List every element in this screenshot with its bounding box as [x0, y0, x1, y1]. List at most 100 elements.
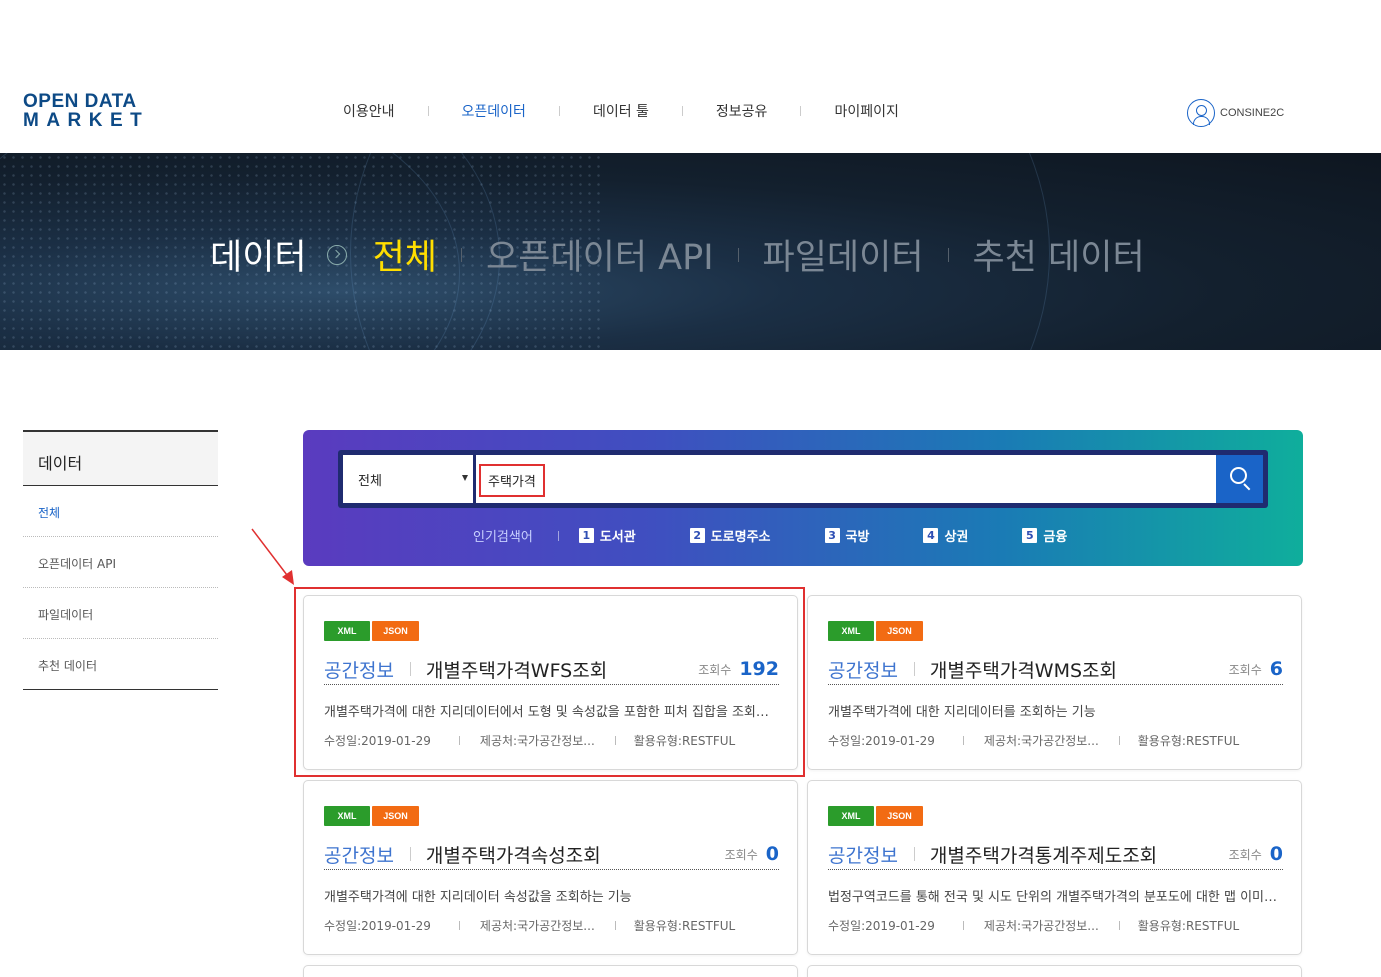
title-divider: [409, 847, 411, 861]
keyword-rank: 2: [689, 528, 705, 543]
json-tag: JSON: [876, 806, 923, 826]
popular-keywords: 인기검색어 1 도서관 2 도로명주소 3 국방 4 상권 5 금융: [473, 526, 1121, 545]
views-label: 조회수: [1228, 662, 1262, 677]
provider: 제공처:국가공간정보...: [983, 919, 1099, 933]
title-divider: [913, 847, 915, 861]
card-meta: 수정일:2019-01-29 제공처:국가공간정보... 활용유형:RESTFU…: [828, 732, 1239, 749]
json-tag: JSON: [876, 621, 923, 641]
meta-divider: [1118, 736, 1120, 745]
card-title[interactable]: 개별주택가격통계주제도조회: [930, 841, 1229, 868]
popular-keyword[interactable]: 4 상권: [923, 526, 968, 545]
card-title-row: 공간정보 개별주택가격속성조회 조회수 0: [324, 839, 779, 870]
sidebar-item-file-data[interactable]: 파일데이터: [23, 588, 218, 639]
logo-line1: OPEN DATA: [23, 91, 137, 112]
card-description: 개별주택가격에 대한 지리데이터 속성값을 조회하는 기능: [324, 890, 632, 905]
site-logo[interactable]: OPEN DATA MARKET: [23, 91, 150, 131]
json-tag: JSON: [372, 806, 419, 826]
hero-banner: 데이터 전체 오픈데이터 API 파일데이터 추천 데이터: [0, 153, 1381, 350]
popular-divider: [557, 530, 559, 541]
banner-title: 데이터: [210, 238, 307, 278]
data-card-partial[interactable]: [303, 965, 798, 977]
user-menu[interactable]: CONSINE2C: [1187, 99, 1284, 127]
banner-divider: [737, 247, 739, 262]
keyword-rank: 1: [578, 528, 594, 543]
card-category[interactable]: 공간정보: [324, 841, 394, 868]
nav-item-data-tool[interactable]: 데이터 툴: [560, 101, 682, 121]
card-title[interactable]: 개별주택가격속성조회: [426, 841, 725, 868]
views-label: 조회수: [1228, 847, 1262, 862]
popular-keyword[interactable]: 1 도서관: [578, 526, 636, 545]
provider: 제공처:국가공간정보...: [983, 734, 1099, 748]
nav-item-my-page[interactable]: 마이페이지: [801, 101, 931, 121]
card-title[interactable]: 개별주택가격WMS조회: [930, 656, 1229, 683]
usage-type: 활용유형:RESTFUL: [633, 919, 736, 933]
nav-item-info-share[interactable]: 정보공유: [683, 101, 801, 121]
search-category-select[interactable]: 전체: [343, 455, 473, 503]
banner-category-nav: 데이터 전체 오픈데이터 API 파일데이터 추천 데이터: [210, 229, 1145, 280]
banner-divider: [947, 247, 949, 262]
format-tags: XML JSON: [324, 806, 421, 826]
search-query-text: 주택가격: [479, 464, 545, 497]
popular-keyword[interactable]: 5 금융: [1022, 526, 1067, 545]
meta-divider: [614, 921, 616, 930]
banner-tab-open-api[interactable]: 오픈데이터 API: [486, 229, 714, 280]
banner-tab-recommended[interactable]: 추천 데이터: [973, 229, 1145, 280]
card-meta: 수정일:2019-01-29 제공처:국가공간정보... 활용유형:RESTFU…: [828, 917, 1239, 934]
meta-divider: [962, 736, 964, 745]
usage-type: 활용유형:RESTFUL: [1137, 734, 1240, 748]
card-title-row: 공간정보 개별주택가격WMS조회 조회수 6: [828, 654, 1283, 685]
logo-line2: MARKET: [23, 110, 150, 131]
views-label: 조회수: [724, 847, 758, 862]
keyword-text: 금융: [1043, 530, 1068, 545]
highlight-box: [294, 587, 805, 777]
search-category-value: 전체: [358, 474, 382, 489]
nav-item-open-data[interactable]: 오픈데이터: [429, 101, 559, 121]
format-tags: XML JSON: [828, 621, 925, 641]
modified-date: 수정일:2019-01-29: [324, 919, 431, 933]
banner-tab-file-data[interactable]: 파일데이터: [763, 229, 924, 280]
card-description: 개별주택가격에 대한 지리데이터를 조회하는 기능: [828, 705, 1096, 720]
keyword-text: 도로명주소: [710, 530, 771, 545]
card-title-row: 공간정보 개별주택가격통계주제도조회 조회수 0: [828, 839, 1283, 870]
user-name[interactable]: CONSINE2C: [1220, 107, 1284, 119]
format-tags: XML JSON: [828, 806, 925, 826]
keyword-text: 도서관: [599, 530, 636, 545]
xml-tag: XML: [828, 621, 874, 641]
xml-tag: XML: [324, 806, 370, 826]
sidebar-title: 데이터: [23, 430, 218, 486]
keyword-rank: 3: [824, 528, 840, 543]
search-button[interactable]: [1216, 455, 1263, 503]
card-category[interactable]: 공간정보: [828, 841, 898, 868]
user-icon[interactable]: [1187, 99, 1215, 127]
popular-keyword[interactable]: 2 도로명주소: [689, 526, 771, 545]
site-header: OPEN DATA MARKET 이용안내 오픈데이터 데이터 툴 정보공유 마…: [0, 0, 1381, 153]
title-divider: [913, 662, 915, 676]
banner-divider: [461, 247, 463, 262]
views-count: 0: [1269, 843, 1283, 865]
popular-keyword[interactable]: 3 국방: [824, 526, 870, 545]
sidebar-item-recommended[interactable]: 추천 데이터: [23, 639, 218, 690]
views-count: 0: [765, 843, 779, 865]
meta-divider: [458, 921, 460, 930]
data-card[interactable]: XML JSON 공간정보 개별주택가격속성조회 조회수 0 개별주택가격에 대…: [303, 780, 798, 955]
search-bar: 전체 주택가격: [338, 450, 1268, 508]
modified-date: 수정일:2019-01-29: [828, 919, 935, 933]
main-nav: 이용안내 오픈데이터 데이터 툴 정보공유 마이페이지: [310, 100, 932, 122]
sidebar: 데이터 전체 오픈데이터 API 파일데이터 추천 데이터: [23, 430, 218, 690]
banner-tab-all[interactable]: 전체: [373, 229, 437, 280]
keyword-text: 국방: [845, 530, 870, 545]
caret-down-icon: [462, 475, 468, 481]
xml-tag: XML: [828, 806, 874, 826]
search-input[interactable]: 주택가격: [476, 455, 1216, 503]
data-card-partial[interactable]: [807, 965, 1302, 977]
meta-divider: [1118, 921, 1120, 930]
sidebar-item-open-api[interactable]: 오픈데이터 API: [23, 537, 218, 588]
keyword-rank: 5: [1022, 528, 1038, 543]
sidebar-item-all[interactable]: 전체: [23, 486, 218, 537]
chevron-right-circle-icon: [326, 244, 347, 265]
usage-type: 활용유형:RESTFUL: [1137, 919, 1240, 933]
data-card[interactable]: XML JSON 공간정보 개별주택가격WMS조회 조회수 6 개별주택가격에 …: [807, 595, 1302, 770]
card-category[interactable]: 공간정보: [828, 656, 898, 683]
data-card[interactable]: XML JSON 공간정보 개별주택가격통계주제도조회 조회수 0 법정구역코드…: [807, 780, 1302, 955]
nav-item-guide[interactable]: 이용안내: [310, 101, 428, 121]
